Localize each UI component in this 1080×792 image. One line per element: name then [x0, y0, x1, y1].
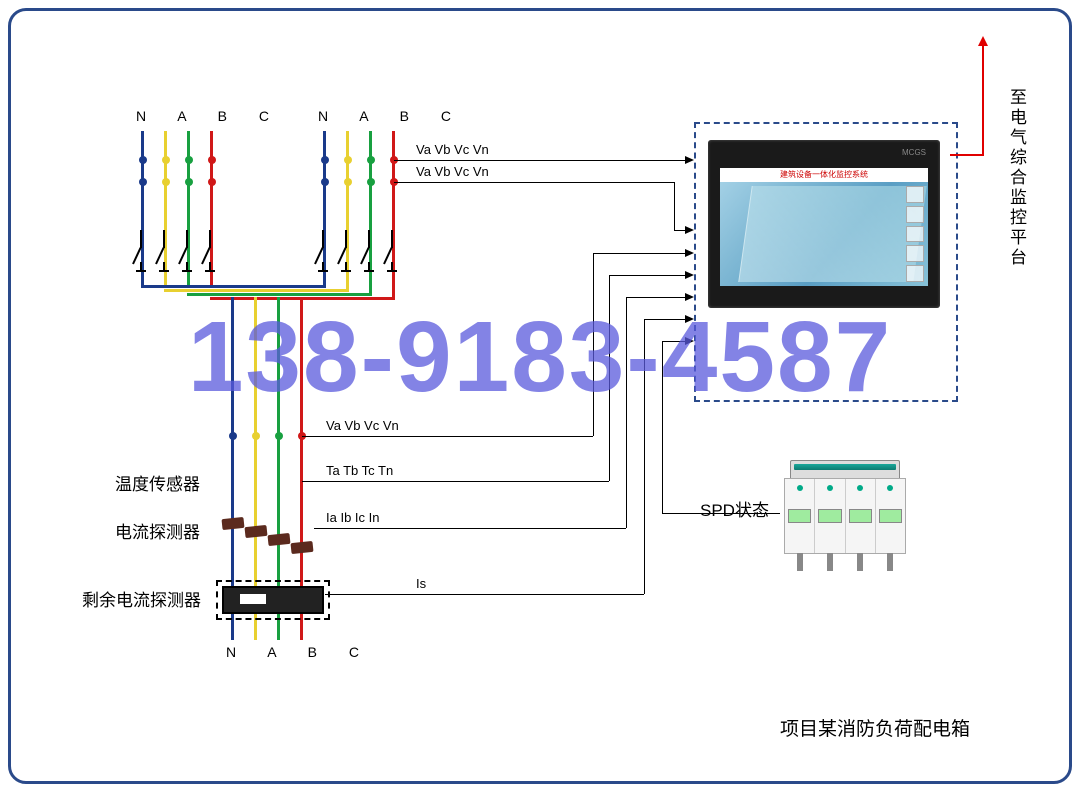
- tap-dot: [139, 156, 147, 164]
- bus-a: [164, 289, 349, 292]
- arrow-icon: [685, 293, 694, 301]
- sig-line: [626, 297, 686, 298]
- arrow-icon: [685, 249, 694, 257]
- switch-2d: [391, 230, 415, 274]
- sig-line: [314, 528, 626, 529]
- residual-current-sensor-box: [216, 580, 330, 620]
- ct-sensor: [221, 517, 244, 530]
- bus-b: [187, 293, 372, 296]
- sig-label-v2: Va Vb Vc Vn: [416, 164, 489, 179]
- sig-line: [325, 594, 644, 595]
- arrow-icon: [685, 337, 694, 345]
- sig-line-spd: [662, 341, 663, 513]
- sig-label-is: Is: [416, 576, 426, 591]
- tap-dot: [208, 156, 216, 164]
- sig-line-spd: [662, 341, 686, 342]
- sig-line: [644, 319, 686, 320]
- spd-body: [784, 478, 906, 554]
- sig-line: [609, 275, 686, 276]
- label-spd-status: SPD状态: [700, 496, 769, 521]
- sig-line: [593, 253, 594, 436]
- platform-link: [950, 154, 982, 156]
- arrow-icon: [685, 226, 694, 234]
- spd-device: [780, 460, 910, 575]
- label-residual-detector: 剩余电流探测器: [82, 586, 201, 611]
- monitor-brand: MCGS: [902, 148, 926, 157]
- tap-dot: [321, 156, 329, 164]
- tap-dot: [275, 432, 283, 440]
- tap-dot: [162, 156, 170, 164]
- sig-line: [674, 182, 675, 230]
- arrow-icon: [685, 315, 694, 323]
- tap-dot: [139, 178, 147, 186]
- sig-line: [593, 253, 686, 254]
- sig-label-v1: Va Vb Vc Vn: [416, 142, 489, 157]
- monitor-screen[interactable]: 建筑设备一体化监控系统: [720, 168, 928, 286]
- label-current-detector: 电流探测器: [115, 518, 200, 543]
- tap-dot: [344, 178, 352, 186]
- phase-label-1: N A B C: [136, 108, 283, 124]
- tap-dot: [252, 432, 260, 440]
- sig-line: [644, 319, 645, 594]
- label-platform: 至电气综合监控平台: [1004, 88, 1029, 268]
- tap-dot: [321, 178, 329, 186]
- arrow-icon: [685, 271, 694, 279]
- hmi-monitor[interactable]: MCGS 建筑设备一体化监控系统: [708, 140, 940, 308]
- sig-line: [394, 182, 674, 183]
- sig-line: [609, 275, 610, 481]
- ct-sensor: [244, 525, 267, 538]
- tap-dot: [229, 432, 237, 440]
- tap-dot: [367, 156, 375, 164]
- switch-1d: [209, 230, 233, 274]
- tap-dot: [344, 156, 352, 164]
- sig-label-i: Ia Ib Ic In: [326, 510, 379, 525]
- screen-side-icons: [906, 186, 924, 282]
- tap-dot: [185, 178, 193, 186]
- diagram-title: 项目某消防负荷配电箱: [780, 714, 970, 741]
- sig-line: [302, 481, 609, 482]
- tap-dot: [367, 178, 375, 186]
- sig-line: [302, 436, 593, 437]
- tap-dot: [208, 178, 216, 186]
- arrow-icon: [685, 156, 694, 164]
- ct-sensor: [290, 541, 313, 554]
- phase-label-2: N A B C: [318, 108, 465, 124]
- sig-line: [394, 160, 686, 161]
- bus-n: [141, 285, 326, 288]
- residual-current-sensor: [222, 586, 324, 614]
- sig-label-v3: Va Vb Vc Vn: [326, 418, 399, 433]
- sig-line: [626, 297, 627, 528]
- phase-label-bottom: N A B C: [226, 644, 373, 660]
- screen-building-graphic: [738, 186, 926, 282]
- ct-sensor: [267, 533, 290, 546]
- tap-dot: [162, 178, 170, 186]
- platform-link: [982, 44, 984, 156]
- sig-label-t: Ta Tb Tc Tn: [326, 463, 393, 478]
- arrow-up-icon: [978, 36, 988, 46]
- screen-header: 建筑设备一体化监控系统: [720, 168, 928, 182]
- label-temp-sensor: 温度传感器: [115, 470, 200, 495]
- tap-dot: [185, 156, 193, 164]
